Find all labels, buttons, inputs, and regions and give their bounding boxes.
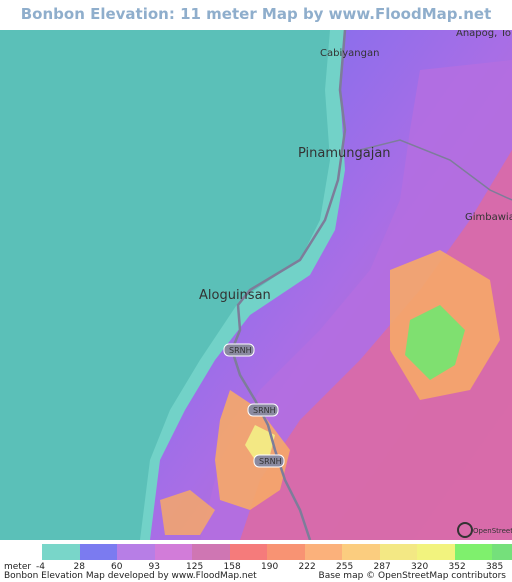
legend-swatch bbox=[267, 544, 305, 560]
svg-text:OpenStreetMap: OpenStreetMap bbox=[473, 527, 512, 535]
svg-text:SRNH: SRNH bbox=[253, 406, 276, 415]
legend-swatch bbox=[342, 544, 380, 560]
legend-swatch bbox=[154, 544, 193, 560]
svg-text:SRNH: SRNH bbox=[229, 346, 252, 355]
elevation-map[interactable]: Cabiyangan Anapog, To Pinamungajan Gimba… bbox=[0, 30, 512, 540]
legend-tick-label: 190 bbox=[261, 562, 279, 572]
legend-swatch bbox=[79, 544, 118, 560]
place-label-anapog: Anapog, To bbox=[456, 30, 511, 39]
place-label-cabiyangan: Cabiyangan bbox=[320, 48, 379, 59]
legend-swatch bbox=[417, 544, 455, 560]
road-shield: SRNH bbox=[223, 343, 255, 357]
road-shield: SRNH bbox=[253, 454, 285, 468]
place-label-gimbawia: Gimbawia bbox=[465, 212, 512, 223]
footer-credit: Bonbon Elevation Map developed by www.Fl… bbox=[4, 571, 257, 581]
road-shield: SRNH bbox=[247, 403, 279, 417]
legend-swatch bbox=[229, 544, 268, 560]
legend-swatch bbox=[192, 544, 230, 560]
place-label-aloguinsan: Aloguinsan bbox=[199, 288, 271, 303]
legend-swatch bbox=[117, 544, 155, 560]
legend-swatch bbox=[379, 544, 418, 560]
legend-swatch bbox=[492, 544, 512, 560]
legend-tick-label: 222 bbox=[298, 562, 316, 572]
place-label-pinamungajan: Pinamungajan bbox=[298, 146, 391, 161]
svg-text:SRNH: SRNH bbox=[259, 457, 282, 466]
page-title: Bonbon Elevation: 11 meter Map by www.Fl… bbox=[20, 5, 492, 51]
legend-swatch bbox=[454, 544, 493, 560]
legend-swatch bbox=[42, 544, 80, 560]
legend-swatch bbox=[304, 544, 343, 560]
footer-attribution: Base map © OpenStreetMap contributors bbox=[318, 571, 506, 581]
